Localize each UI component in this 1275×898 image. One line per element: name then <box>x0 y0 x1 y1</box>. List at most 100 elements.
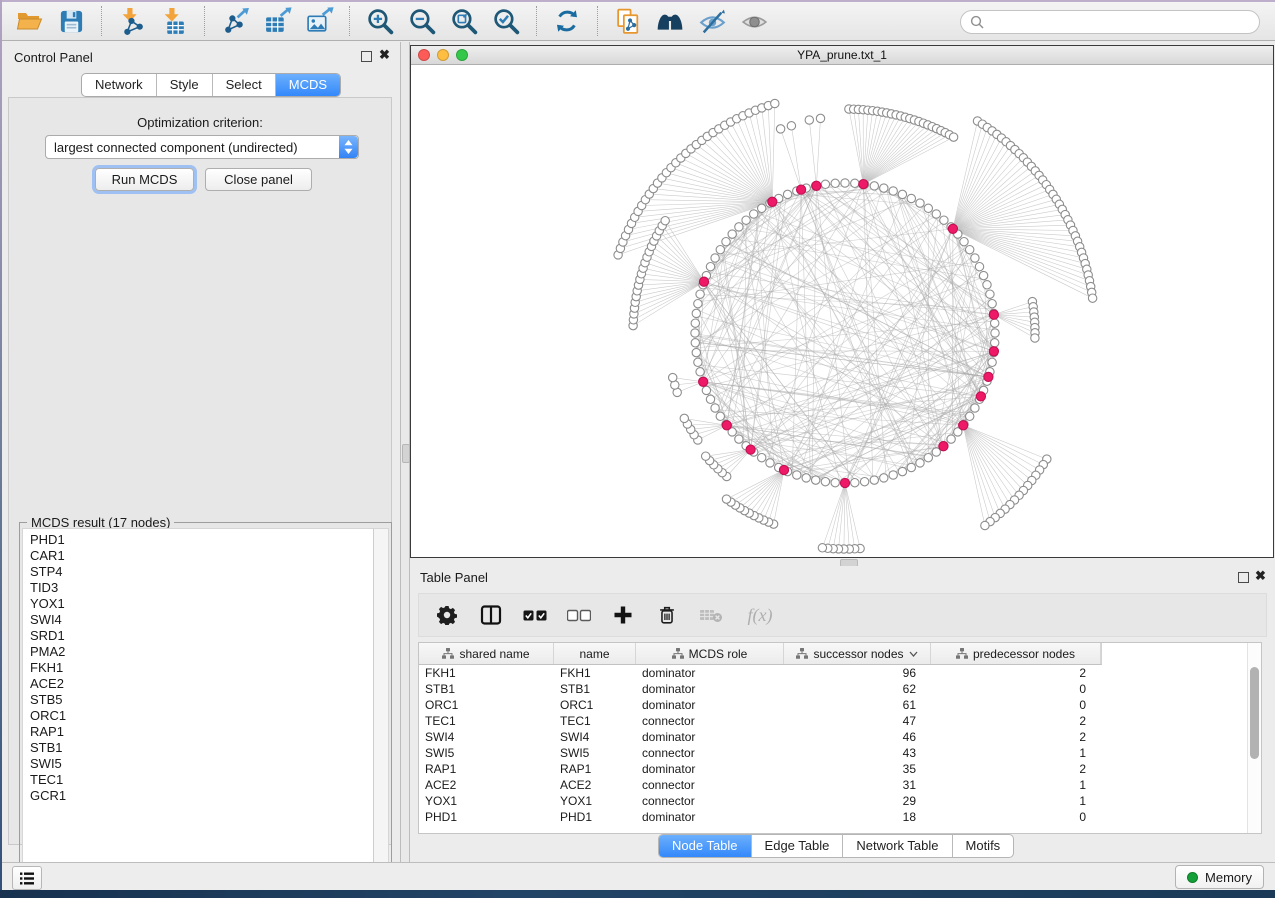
clone-network-button[interactable] <box>612 5 644 37</box>
ring-node[interactable] <box>766 459 774 467</box>
maximize-window-icon[interactable] <box>456 49 468 61</box>
mcds-node[interactable] <box>939 442 948 451</box>
minimize-window-icon[interactable] <box>437 49 449 61</box>
tab-style[interactable]: Style <box>156 74 212 96</box>
zoom-out-button[interactable] <box>406 5 438 37</box>
leaf-node[interactable] <box>1088 294 1096 302</box>
ring-node[interactable] <box>735 435 743 443</box>
task-history-button[interactable] <box>12 866 42 890</box>
export-table-button[interactable] <box>261 5 293 37</box>
close-panel-button[interactable]: Close panel <box>205 168 312 191</box>
close-window-icon[interactable] <box>418 49 430 61</box>
mcds-node[interactable] <box>989 347 998 356</box>
tab-network-table[interactable]: Network Table <box>842 835 951 857</box>
vertical-splitter[interactable] <box>400 42 410 862</box>
save-session-button[interactable] <box>55 5 87 37</box>
tab-network[interactable]: Network <box>82 74 156 96</box>
ring-node[interactable] <box>851 479 859 487</box>
ring-node[interactable] <box>692 348 700 356</box>
mcds-node[interactable] <box>976 392 985 401</box>
ring-node[interactable] <box>696 368 704 376</box>
tab-edge-table[interactable]: Edge Table <box>751 835 843 857</box>
ring-node[interactable] <box>706 395 714 403</box>
ring-node[interactable] <box>907 194 915 202</box>
ring-node[interactable] <box>831 479 839 487</box>
criterion-dropdown[interactable]: largest connected component (undirected) <box>45 135 359 159</box>
ring-node[interactable] <box>691 329 699 337</box>
leaf-node[interactable] <box>818 544 826 552</box>
leaf-node[interactable] <box>680 414 688 422</box>
column-header-predecessor-nodes[interactable]: predecessor nodes <box>931 643 1101 664</box>
column-header-mcds-role[interactable]: MCDS role <box>636 643 784 664</box>
ring-node[interactable] <box>716 412 724 420</box>
ring-node[interactable] <box>889 471 897 479</box>
ring-node[interactable] <box>691 339 699 347</box>
table-row[interactable]: ORC1ORC1dominator610 <box>419 697 1261 713</box>
tab-node-table[interactable]: Node Table <box>659 835 751 857</box>
mcds-node[interactable] <box>779 465 788 474</box>
mcds-result-scrollbar[interactable] <box>373 528 389 891</box>
table-row[interactable]: TEC1TEC1connector472 <box>419 713 1261 729</box>
tab-motifs[interactable]: Motifs <box>952 835 1014 857</box>
ring-node[interactable] <box>821 478 829 486</box>
ring-node[interactable] <box>898 190 906 198</box>
open-session-button[interactable] <box>13 5 45 37</box>
mcds-result-item[interactable]: ACE2 <box>30 676 373 692</box>
ring-node[interactable] <box>692 309 700 317</box>
mcds-node[interactable] <box>699 377 708 386</box>
ring-node[interactable] <box>975 263 983 271</box>
ring-node[interactable] <box>711 254 719 262</box>
ring-node[interactable] <box>694 300 702 308</box>
show-columns-icon[interactable] <box>479 603 503 627</box>
ring-node[interactable] <box>706 263 714 271</box>
ring-node[interactable] <box>988 300 996 308</box>
ring-node[interactable] <box>802 474 810 482</box>
ring-node[interactable] <box>783 190 791 198</box>
table-row[interactable]: ACE2ACE2connector311 <box>419 777 1261 793</box>
leaf-node[interactable] <box>776 125 784 133</box>
ring-node[interactable] <box>728 230 736 238</box>
ring-node[interactable] <box>924 204 932 212</box>
ring-node[interactable] <box>716 246 724 254</box>
leaf-node[interactable] <box>1031 334 1039 342</box>
ring-node[interactable] <box>860 478 868 486</box>
ring-node[interactable] <box>880 184 888 192</box>
search-box[interactable] <box>960 10 1260 34</box>
ring-node[interactable] <box>851 179 859 187</box>
mcds-node[interactable] <box>948 224 957 233</box>
table-row[interactable]: STB1STB1dominator620 <box>419 681 1261 697</box>
network-window-titlebar[interactable]: YPA_prune.txt_1 <box>411 46 1273 65</box>
ring-node[interactable] <box>702 386 710 394</box>
tab-mcds[interactable]: MCDS <box>275 74 340 96</box>
ring-node[interactable] <box>924 454 932 462</box>
mcds-node[interactable] <box>722 421 731 430</box>
ring-node[interactable] <box>898 467 906 475</box>
leaf-node[interactable] <box>949 133 957 141</box>
ring-node[interactable] <box>947 435 955 443</box>
leaf-node[interactable] <box>669 373 677 381</box>
ring-node[interactable] <box>880 474 888 482</box>
ring-node[interactable] <box>991 329 999 337</box>
mcds-node[interactable] <box>812 181 821 190</box>
mcds-node[interactable] <box>859 180 868 189</box>
ring-node[interactable] <box>694 358 702 366</box>
table-row[interactable]: SWI5SWI5connector431 <box>419 745 1261 761</box>
mcds-node[interactable] <box>746 445 755 454</box>
run-mcds-button[interactable]: Run MCDS <box>95 168 194 191</box>
ring-node[interactable] <box>750 210 758 218</box>
mcds-result-item[interactable]: FKH1 <box>30 660 373 676</box>
mcds-result-item[interactable]: STP4 <box>30 564 373 580</box>
ring-node[interactable] <box>966 246 974 254</box>
hide-selected-button[interactable] <box>696 5 728 37</box>
mcds-node[interactable] <box>989 310 998 319</box>
column-header-shared-name[interactable]: shared name <box>419 643 554 664</box>
ring-node[interactable] <box>971 404 979 412</box>
table-row[interactable]: PHD1PHD1dominator180 <box>419 809 1261 825</box>
first-neighbors-button[interactable] <box>654 5 686 37</box>
close-panel-icon[interactable]: ✖ <box>1255 569 1266 583</box>
mcds-result-item[interactable]: RAP1 <box>30 724 373 740</box>
ring-node[interactable] <box>979 271 987 279</box>
zoom-selected-button[interactable] <box>490 5 522 37</box>
export-image-button[interactable] <box>303 5 335 37</box>
mcds-node[interactable] <box>768 197 777 206</box>
